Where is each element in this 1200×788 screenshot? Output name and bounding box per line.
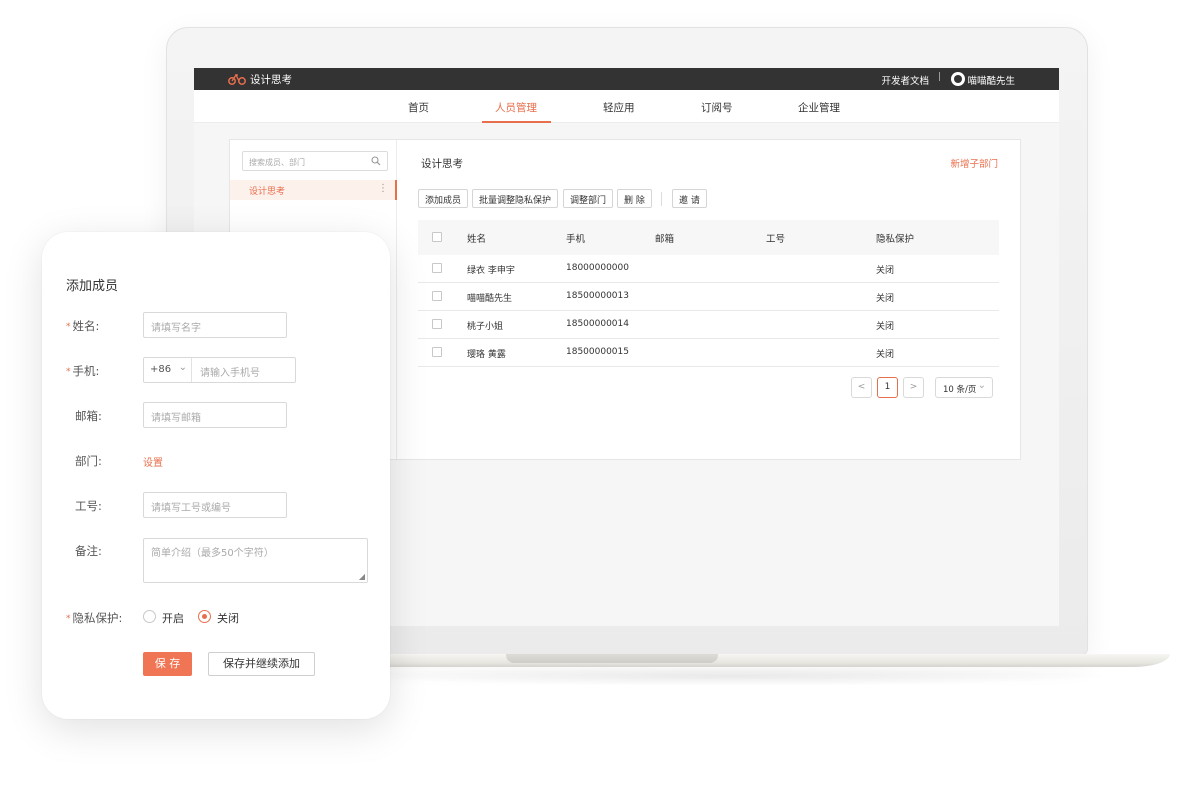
note-label: 备注: [75,544,102,558]
cell-name: 喵喵酷先生 [467,294,513,304]
app-name: 设计思考 [250,74,292,86]
add-member-button[interactable]: 添加成员 [418,189,469,208]
note-textarea[interactable]: 简单介绍（最多50个字符） ◢ [143,538,368,583]
required-mark: * [66,613,71,624]
page-size-value: 10 条/页 [943,385,977,395]
nav-light-apps[interactable]: 轻应用 [603,100,635,115]
column-header-email: 邮箱 [655,234,675,245]
select-all-checkbox[interactable] [432,232,442,242]
column-header-privacy: 隐私保护 [876,234,915,245]
employee-id-label: 工号: [75,499,102,513]
cell-name: 璎珞 黄露 [467,350,506,360]
chevron-down-icon: ⌄ [178,362,187,373]
required-mark: * [66,321,71,332]
cell-phone: 18000000000 [566,263,629,273]
email-field[interactable]: 请填写邮箱 [143,402,287,428]
country-code: +86 [150,364,172,375]
page-size-select[interactable]: 10 条/页 ⌄ [935,377,993,398]
laptop-base [270,654,1170,667]
cell-name: 桃子小姐 [467,322,504,332]
adjust-department-button[interactable]: 调整部门 [563,189,614,208]
privacy-on-radio[interactable] [143,610,156,623]
name-label: * 姓名: [66,319,100,333]
table-row[interactable]: 绿衣 李申宇 18000000000 关闭 [418,255,999,283]
row-checkbox[interactable] [432,291,442,301]
more-icon[interactable]: ⋮ [378,183,388,194]
email-label: 邮箱: [75,409,102,423]
bicycle-icon [228,73,246,85]
dialog-title: 添加成员 [66,279,119,294]
save-button[interactable]: 保 存 [143,652,192,676]
toolbar-divider [661,192,662,206]
phone-label: * 手机: [66,364,100,378]
privacy-label: * 隐私保护: [66,611,123,625]
avatar-icon[interactable] [951,72,965,86]
department-label: 设计思考 [249,187,286,197]
add-subdepartment-link[interactable]: 新增子部门 [950,156,998,170]
table-header: 姓名 手机 邮箱 工号 隐私保护 [418,220,999,255]
department-label: 部门: [75,454,102,468]
employee-id-placeholder: 请填写工号或编号 [151,503,231,514]
prev-page-button[interactable]: < [851,377,872,398]
cell-phone: 18500000014 [566,319,629,329]
row-checkbox[interactable] [432,263,442,273]
privacy-off-radio[interactable] [198,610,211,623]
table-row[interactable]: 璎珞 黄露 18500000015 关闭 [418,339,999,367]
page-1-button[interactable]: 1 [877,377,898,398]
chevron-down-icon: ⌄ [977,380,986,391]
privacy-off-label[interactable]: 关闭 [217,610,239,626]
note-placeholder: 简单介绍（最多50个字符） [151,548,274,559]
page-title: 设计思考 [421,158,463,170]
batch-privacy-button[interactable]: 批量调整隐私保护 [472,189,559,208]
top-bar: 设计思考 开发者文档 | 喵喵酷先生 [194,68,1059,90]
delete-button[interactable]: 删 除 [617,189,652,208]
user-name[interactable]: 喵喵酷先生 [967,73,1015,87]
row-checkbox[interactable] [432,319,442,329]
cell-phone: 18500000015 [566,347,629,357]
name-field[interactable]: 请填写名字 [143,312,287,338]
main-nav: 首页 人员管理 轻应用 订阅号 企业管理 [194,90,1059,123]
name-placeholder: 请填写名字 [151,323,201,334]
table-row[interactable]: 喵喵酷先生 18500000013 关闭 [418,283,999,311]
search-placeholder: 搜索成员、部门 [249,158,305,167]
sidebar-item-design-thinking[interactable]: 设计思考 ⋮ [230,180,397,200]
column-header-phone: 手机 [566,234,586,245]
nav-people[interactable]: 人员管理 [495,100,537,115]
table-row[interactable]: 桃子小姐 18500000014 关闭 [418,311,999,339]
add-member-dialog: 添加成员 * 姓名: 请填写名字 * 手机: +86 ⌄ 请输入手机号 邮箱: 请填… [42,232,390,719]
search-input[interactable]: 搜索成员、部门 [242,151,388,171]
nav-subscriptions[interactable]: 订阅号 [701,100,733,115]
country-code-select[interactable]: +86 ⌄ [144,358,192,382]
cell-privacy: 关闭 [876,350,895,360]
email-placeholder: 请填写邮箱 [151,413,201,424]
developer-docs-link[interactable]: 开发者文档 [881,73,929,87]
required-mark: * [66,366,71,377]
active-tab-indicator [482,121,551,123]
nav-home[interactable]: 首页 [408,100,429,115]
save-and-continue-button[interactable]: 保存并继续添加 [208,652,315,676]
laptop-hinge [506,654,718,663]
invite-button[interactable]: 邀 请 [672,189,707,208]
cell-phone: 18500000013 [566,291,629,301]
column-header-id: 工号 [766,234,786,245]
cell-privacy: 关闭 [876,322,895,332]
phone-field[interactable]: +86 ⌄ 请输入手机号 [143,357,296,383]
resize-handle-icon[interactable]: ◢ [359,572,365,581]
privacy-on-label[interactable]: 开启 [162,610,184,626]
column-header-name: 姓名 [467,234,487,245]
next-page-button[interactable]: > [903,377,924,398]
cell-privacy: 关闭 [876,266,895,276]
set-department-link[interactable]: 设置 [143,454,163,469]
cell-name: 绿衣 李申宇 [467,266,515,276]
nav-enterprise[interactable]: 企业管理 [798,100,840,115]
employee-id-field[interactable]: 请填写工号或编号 [143,492,287,518]
divider: | [937,72,941,82]
search-icon[interactable] [371,156,381,166]
cell-privacy: 关闭 [876,294,895,304]
row-checkbox[interactable] [432,347,442,357]
laptop-shadow [340,666,1120,686]
phone-placeholder: 请输入手机号 [200,368,260,379]
